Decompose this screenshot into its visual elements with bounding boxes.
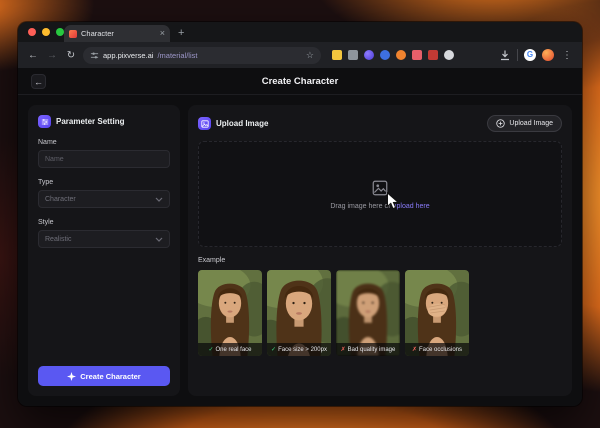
extension-icon[interactable]	[396, 50, 406, 60]
example-card: ✓ Face size > 200px	[267, 270, 331, 356]
type-select[interactable]: Character	[38, 190, 170, 208]
name-input[interactable]	[38, 150, 170, 168]
parameter-setting-header: Parameter Setting	[38, 115, 170, 128]
address-bar[interactable]: app.pixverse.ai/material/list ☆	[83, 47, 321, 64]
style-label: Style	[38, 219, 170, 226]
site-favicon-icon	[69, 30, 77, 38]
example-caption: ✗ Bad quality image	[336, 343, 400, 356]
dropzone-text: Drag image here or upload here	[330, 203, 429, 210]
profile-avatar[interactable]	[542, 49, 554, 61]
forward-icon[interactable]: →	[45, 50, 59, 61]
tab-close-icon[interactable]: ×	[160, 29, 165, 38]
chevron-down-icon	[155, 237, 163, 242]
url-path: /material/list	[157, 51, 197, 60]
example-card: ✗ Bad quality image	[336, 270, 400, 356]
upload-image-panel: Upload Image Upload Image	[188, 105, 572, 396]
mouse-cursor	[386, 192, 399, 211]
menu-icon[interactable]: ⋮	[560, 50, 574, 61]
example-caption-label: One real face	[216, 347, 252, 353]
page-header: ← Create Character	[18, 68, 582, 95]
desktop-wallpaper: Character × + ← → ↻ app.pixverse.ai/mate…	[0, 0, 600, 428]
chevron-down-icon	[155, 197, 163, 202]
example-caption: ✓ Face size > 200px	[267, 343, 331, 356]
create-character-label: Create Character	[80, 372, 140, 381]
browser-toolbar: ← → ↻ app.pixverse.ai/material/list ☆	[18, 42, 582, 68]
plus-circle-icon	[496, 119, 505, 128]
example-caption-label: Bad quality image	[348, 347, 396, 353]
example-caption-label: Face occlusions	[419, 347, 462, 353]
type-select-value: Character	[45, 196, 76, 203]
extension-icon[interactable]	[444, 50, 454, 60]
upload-image-button-label: Upload Image	[509, 120, 553, 127]
upload-image-button[interactable]: Upload Image	[487, 115, 562, 132]
tab-title: Character	[81, 29, 156, 38]
name-label: Name	[38, 139, 170, 146]
extensions-row	[332, 50, 454, 60]
upload-image-title: Upload Image	[216, 119, 268, 128]
toolbar-right: G ⋮	[499, 49, 574, 61]
page-content: Parameter Setting Name Type Character St…	[18, 95, 582, 406]
browser-tab-strip: Character × +	[18, 22, 582, 42]
parameter-setting-panel: Parameter Setting Name Type Character St…	[28, 105, 180, 396]
page-back-button[interactable]: ←	[31, 74, 46, 89]
browser-window: Character × + ← → ↻ app.pixverse.ai/mate…	[18, 22, 582, 406]
window-controls	[28, 28, 64, 36]
style-select[interactable]: Realistic	[38, 230, 170, 248]
site-settings-icon[interactable]	[90, 51, 99, 60]
example-label: Example	[198, 257, 562, 264]
image-dropzone[interactable]: Drag image here or upload here	[198, 141, 562, 247]
parameter-setting-title: Parameter Setting	[56, 117, 124, 126]
download-icon[interactable]	[499, 49, 511, 61]
google-icon[interactable]: G	[524, 49, 536, 61]
back-icon[interactable]: ←	[26, 50, 40, 61]
style-select-value: Realistic	[45, 236, 71, 243]
window-minimize-button[interactable]	[42, 28, 50, 36]
pixverse-page: ← Create Character Parameter Setting Nam…	[18, 68, 582, 406]
browser-tab[interactable]: Character ×	[64, 25, 170, 42]
extension-icon[interactable]	[428, 50, 438, 60]
cross-icon: ✗	[341, 346, 346, 353]
extension-icon[interactable]	[380, 50, 390, 60]
example-card: ✓ One real face	[198, 270, 262, 356]
cross-icon: ✗	[412, 346, 417, 353]
sparkle-icon	[67, 372, 76, 381]
upload-panel-header: Upload Image Upload Image	[198, 115, 562, 132]
example-list: ✓ One real face	[198, 270, 562, 356]
example-card: ✗ Face occlusions	[405, 270, 469, 356]
reload-icon[interactable]: ↻	[64, 50, 78, 61]
toolbar-divider	[517, 49, 518, 61]
upload-image-icon	[198, 117, 211, 130]
extension-icon[interactable]	[412, 50, 422, 60]
type-label: Type	[38, 179, 170, 186]
window-close-button[interactable]	[28, 28, 36, 36]
parameter-setting-icon	[38, 115, 51, 128]
extension-icon[interactable]	[348, 50, 358, 60]
example-caption-label: Face size > 200px	[278, 347, 327, 353]
url-host: app.pixverse.ai	[103, 51, 153, 60]
new-tab-button[interactable]: +	[178, 28, 184, 39]
window-zoom-button[interactable]	[56, 28, 64, 36]
example-caption: ✓ One real face	[198, 343, 262, 356]
check-icon: ✓	[208, 346, 213, 353]
bookmark-star-icon[interactable]: ☆	[306, 50, 314, 61]
page-title: Create Character	[262, 76, 339, 87]
extension-icon[interactable]	[364, 50, 374, 60]
create-character-button[interactable]: Create Character	[38, 366, 170, 386]
check-icon: ✓	[271, 346, 276, 353]
example-caption: ✗ Face occlusions	[405, 343, 469, 356]
extension-icon[interactable]	[332, 50, 342, 60]
